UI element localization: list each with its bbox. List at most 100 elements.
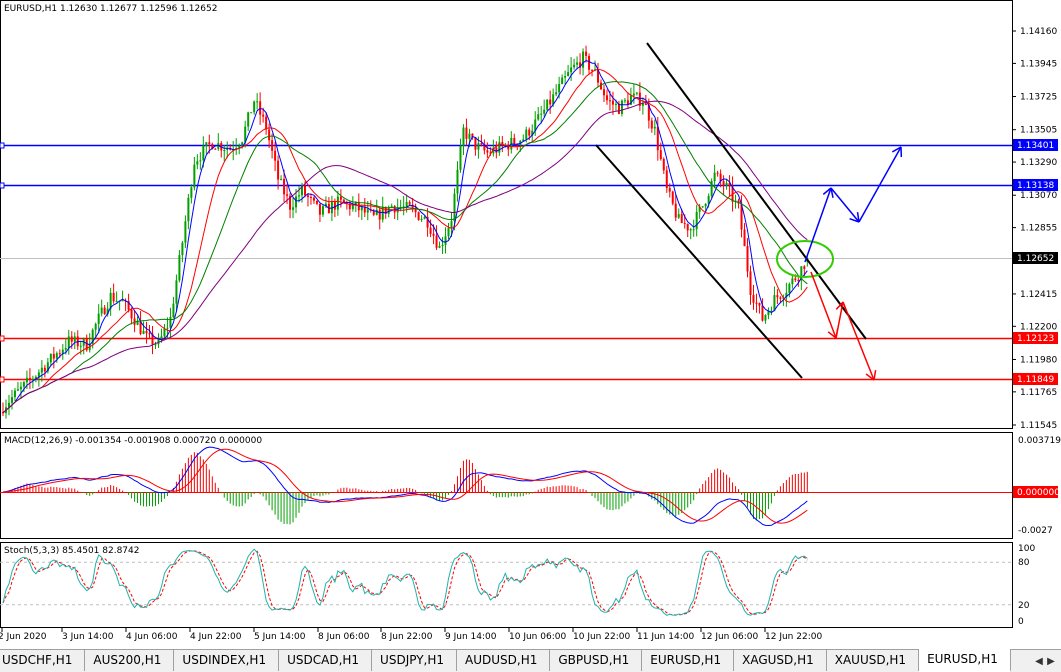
label-blue-low: 1.13138 (1017, 181, 1054, 191)
level-handle (0, 182, 5, 189)
candle-body (402, 206, 405, 208)
price-tick-label: 1.12200 (1020, 322, 1057, 332)
candle-body (546, 99, 549, 110)
candle-body (650, 120, 653, 129)
macd-axis-label: -0.0027 (1018, 526, 1053, 536)
time-tick-label: 8 Jun 22:00 (381, 632, 433, 642)
candle-body (43, 367, 46, 372)
candle-body (477, 143, 480, 150)
candle-body (112, 292, 115, 302)
candle-body (794, 278, 797, 280)
candle-body (223, 149, 226, 151)
candle-body (671, 191, 674, 204)
candle-body (318, 203, 321, 215)
candle-body (608, 100, 611, 102)
price-tick-label: 1.11765 (1020, 388, 1057, 398)
candle-body (441, 244, 444, 247)
candle-body (773, 295, 776, 311)
price-tick-label: 1.12855 (1020, 224, 1057, 234)
tab-usdindex-h1[interactable]: USDINDEX,H1 (174, 650, 280, 671)
candle-body (321, 206, 324, 215)
tab-eurusd-h1-active[interactable]: EURUSD,H1 (919, 649, 1011, 672)
main-header: EURUSD,H1 1.12630 1.12677 1.12596 1.1265… (4, 4, 217, 14)
candle-body (576, 62, 579, 65)
stoch-header: Stoch(5,3,3) 85.4501 82.8742 (4, 546, 139, 556)
tab-xauusd-h1[interactable]: XAUUSD,H1 (827, 650, 920, 671)
price-tick-label: 1.13290 (1020, 158, 1057, 168)
candle-body (435, 235, 438, 248)
candle-body (208, 142, 211, 145)
candle-body (148, 333, 151, 335)
level-handle (0, 142, 5, 149)
tab-xagusd-h1[interactable]: XAGUSD,H1 (734, 650, 827, 671)
candle-body (184, 221, 187, 243)
candle-body (495, 147, 498, 153)
candle-body (268, 129, 271, 141)
candle-body (67, 336, 70, 349)
candle-body (758, 303, 761, 306)
candle-body (360, 206, 363, 211)
candle-body (444, 236, 447, 245)
tab-usdcad-h1[interactable]: USDCAD,H1 (279, 650, 373, 671)
candle-body (662, 158, 665, 171)
candle-body (202, 145, 205, 161)
tab-scroll-left-icon[interactable]: ◀ (1033, 656, 1045, 667)
candle-body (749, 271, 752, 295)
candle-body (582, 51, 585, 68)
candle-body (558, 84, 561, 93)
candle-body (573, 64, 576, 68)
candle-body (121, 300, 124, 302)
tab-aus200-h1[interactable]: AUS200,H1 (85, 650, 175, 671)
candle-body (390, 206, 393, 208)
candle-body (64, 348, 67, 350)
label-blue-high: 1.13401 (1017, 141, 1054, 151)
candle-body (292, 207, 295, 210)
candle-body (13, 390, 16, 398)
candle-body (70, 336, 73, 342)
candle-body (438, 246, 441, 248)
price-tick-label: 1.13505 (1020, 126, 1057, 136)
tab-usdjpy-h1[interactable]: USDJPY,H1 (372, 650, 458, 671)
tab-scroll-right-icon[interactable]: ▶ (1045, 656, 1057, 667)
candle-body (253, 101, 256, 113)
candle-body (205, 142, 208, 146)
candle-body (803, 266, 806, 269)
stoch-axis-label: 0 (1018, 617, 1024, 627)
candle-body (791, 278, 794, 285)
label-red-high: 1.12123 (1017, 334, 1054, 344)
candle-body (420, 218, 423, 220)
tab-eurusd-h1[interactable]: EURUSD,H1 (642, 650, 735, 671)
candle-body (447, 227, 450, 237)
candle-body (295, 196, 298, 208)
price-tick-label: 1.11545 (1020, 421, 1057, 431)
candle-body (280, 178, 283, 180)
candle-body (408, 202, 411, 205)
candle-body (283, 178, 286, 195)
candle-body (686, 224, 689, 231)
candle-body (713, 172, 716, 182)
price-tick-label: 1.12415 (1020, 290, 1057, 300)
candle-body (683, 223, 686, 225)
main-pane[interactable] (0, 0, 1013, 429)
tab-gbpusd-h1[interactable]: GBPUSD,H1 (550, 650, 643, 671)
candle-body (722, 181, 725, 186)
candle-body (743, 229, 746, 247)
tab-scroll-controls[interactable]: ◀ ▶ (1033, 650, 1061, 672)
candle-body (468, 133, 471, 139)
candle-body (265, 116, 268, 130)
macd-axis-label: 0.003719 (1018, 436, 1061, 446)
candle-body (716, 172, 719, 174)
candle-body (617, 103, 620, 114)
chart-area[interactable]: 1.14160 1.13945 1.13725 1.13505 1.13290 1.130… (0, 0, 1061, 649)
candle-body (486, 150, 489, 153)
macd-pane[interactable] (0, 432, 1013, 539)
price-tick-label: 1.13070 (1020, 191, 1057, 201)
candle-body (632, 93, 635, 96)
candle-body (145, 330, 148, 334)
macd-zero-label: 0.000000 (1017, 488, 1060, 498)
tab-usdchf-h1[interactable]: USDCHF,H1 (0, 650, 86, 671)
tab-audusd-h1[interactable]: AUDUSD,H1 (457, 650, 551, 671)
candle-body (187, 197, 190, 222)
stoch-pane[interactable] (0, 542, 1013, 628)
candle-body (405, 202, 408, 207)
